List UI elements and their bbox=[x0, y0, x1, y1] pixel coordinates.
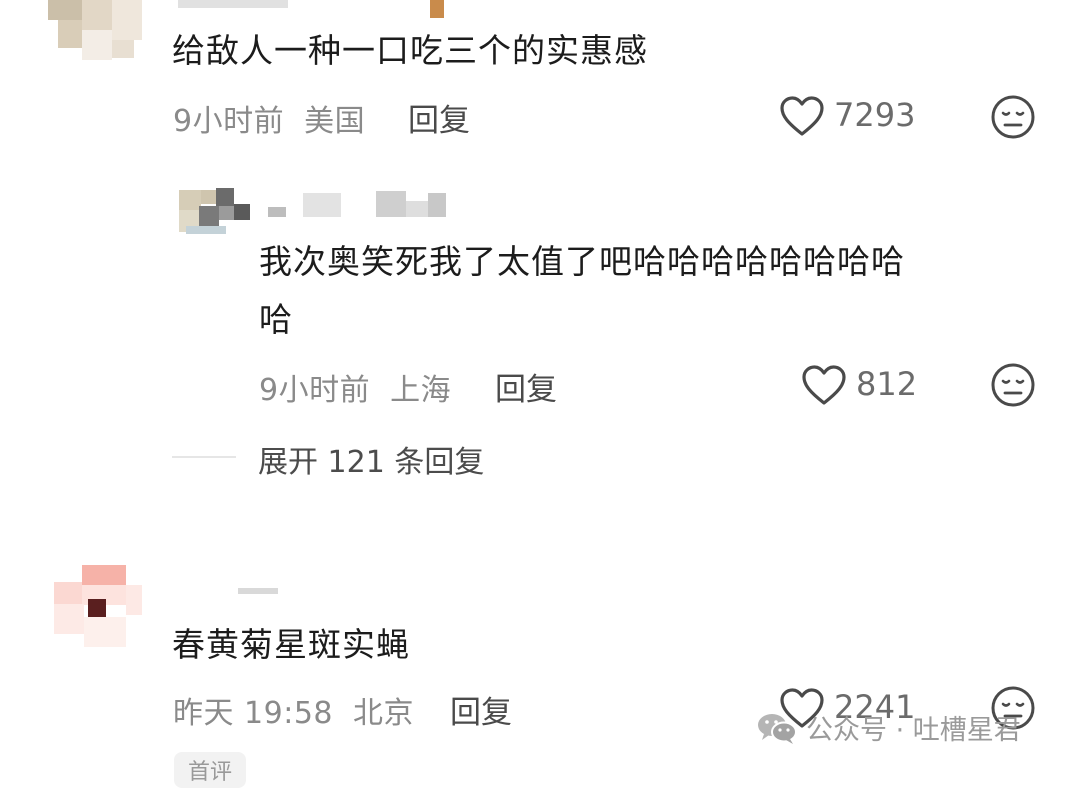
expand-divider bbox=[172, 456, 236, 458]
reply-button[interactable]: 回复 bbox=[408, 95, 470, 140]
wechat-icon bbox=[758, 713, 797, 744]
comment-text-line-2: 哈 bbox=[259, 300, 293, 339]
meh-face-icon[interactable] bbox=[989, 361, 1037, 409]
comment-location: 北京 bbox=[353, 696, 415, 731]
meh-face-icon[interactable] bbox=[989, 93, 1037, 141]
reply-button[interactable]: 回复 bbox=[495, 364, 557, 409]
like-count: 812 bbox=[856, 365, 918, 403]
watermark: 公众号 · 吐槽星君 bbox=[756, 708, 1021, 747]
comment-location: 上海 bbox=[390, 373, 452, 408]
comment-text-line-1: 我次奥笑死我了太值了吧哈哈哈哈哈哈哈哈 bbox=[259, 242, 905, 281]
comment-text: 春黄菊星斑实蝇 bbox=[172, 625, 410, 664]
comment-location: 美国 bbox=[304, 104, 366, 139]
first-comment-tag: 首评 bbox=[174, 752, 247, 788]
like-count: 7293 bbox=[834, 96, 916, 134]
comment-time: 昨天 19:58 bbox=[173, 696, 333, 731]
heart-outline-icon[interactable] bbox=[800, 363, 848, 407]
watermark-text: 公众号 · 吐槽星君 bbox=[806, 715, 1021, 746]
expand-replies-label[interactable]: 展开 121 条回复 bbox=[258, 437, 484, 481]
comment-time: 9小时前 bbox=[259, 373, 371, 408]
comment-time: 9小时前 bbox=[173, 104, 285, 139]
heart-outline-icon[interactable] bbox=[778, 94, 826, 138]
comment-text: 我次奥笑死我了太值了吧哈哈哈哈哈哈哈哈 哈 bbox=[259, 233, 905, 349]
reply-button[interactable]: 回复 bbox=[450, 687, 512, 732]
comment-text: 给敌人一种一口吃三个的实惠感 bbox=[172, 31, 648, 70]
